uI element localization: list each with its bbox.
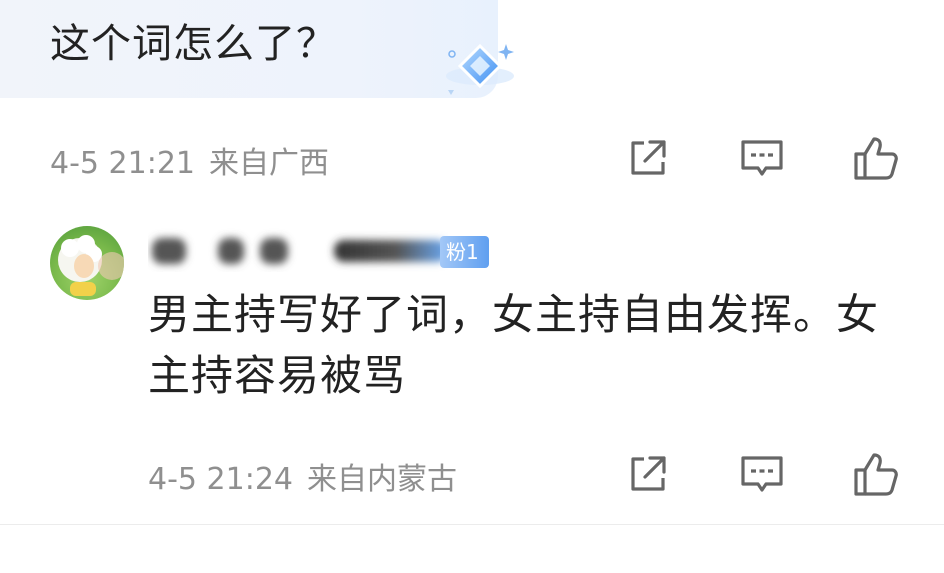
thumbs-up-icon[interactable] [852, 134, 900, 182]
username-blurred[interactable] [148, 228, 448, 272]
divider [0, 524, 944, 525]
share-icon[interactable] [624, 134, 672, 182]
comment-bubble: 这个词怎么了？ [0, 0, 514, 98]
comment-location: 来自广西 [209, 146, 329, 181]
comment-meta: 4-5 21:21 来自广西 [50, 138, 329, 182]
comment-time: 4-5 21:21 [50, 146, 195, 181]
reply-location: 来自内蒙古 [307, 462, 457, 497]
comment-text: 这个词怎么了？ [50, 21, 337, 67]
thumbs-up-icon[interactable] [852, 450, 900, 498]
fan-level-badge: 粉1 [440, 236, 489, 268]
share-icon[interactable] [624, 450, 672, 498]
reply-time: 4-5 21:24 [148, 462, 293, 497]
comment-icon[interactable] [738, 134, 786, 182]
comment-icon[interactable] [738, 450, 786, 498]
diamond-badge-icon [438, 40, 518, 102]
avatar[interactable] [50, 226, 124, 300]
reply-meta: 4-5 21:24 来自内蒙古 [148, 454, 457, 498]
reply-text: 男主持写好了词，女主持自由发挥。女主持容易被骂 [148, 290, 880, 400]
